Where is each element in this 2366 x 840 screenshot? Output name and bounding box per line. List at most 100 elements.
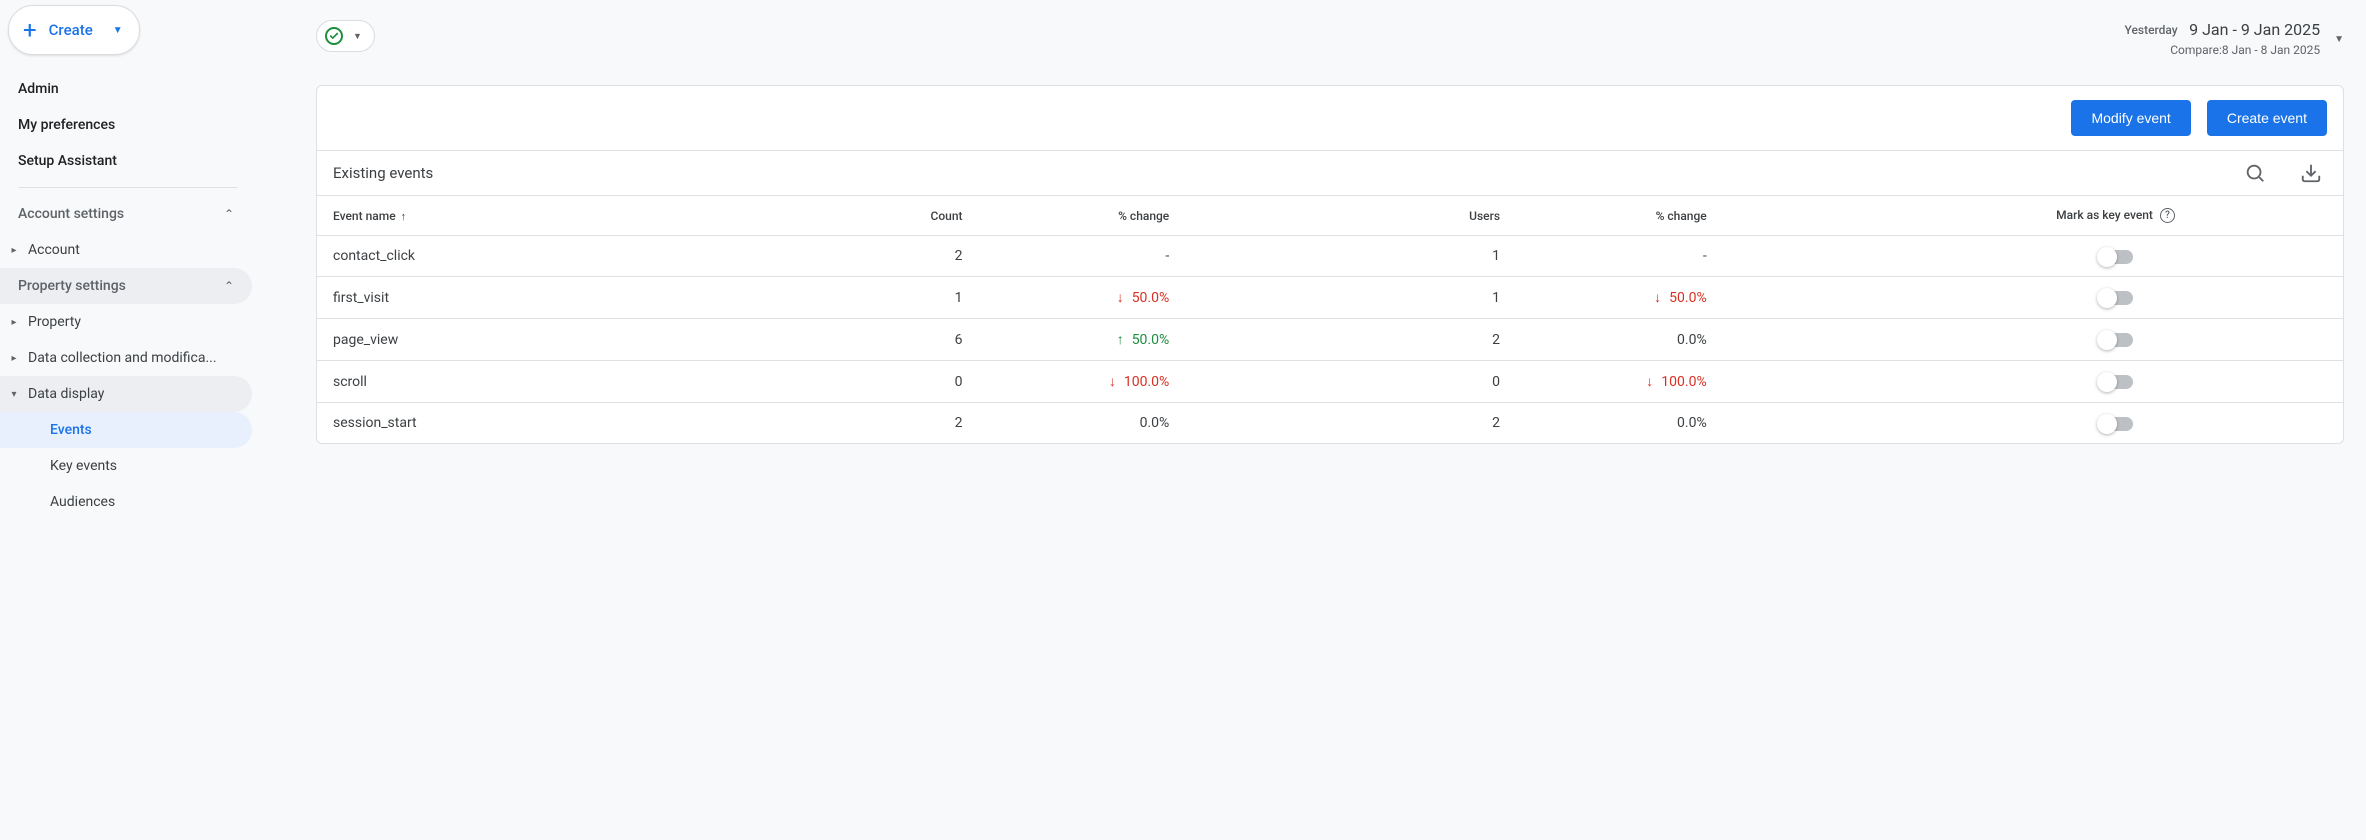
cell-users: 1 xyxy=(1351,277,1516,319)
key-event-toggle[interactable] xyxy=(2099,375,2133,389)
cell-count: 0 xyxy=(813,361,978,403)
col-event-name[interactable]: Event name ↑ xyxy=(317,196,813,236)
sidebar-item-account[interactable]: ▸ Account xyxy=(0,232,256,268)
pct-change: ↓50.0% xyxy=(1089,289,1169,306)
table-row: first_visit1↓50.0%1↓50.0% xyxy=(317,277,2343,319)
sidebar-item-audiences[interactable]: Audiences xyxy=(0,484,252,520)
sidebar-item-data-display[interactable]: ▾ Data display xyxy=(0,376,252,412)
cell-count: 1 xyxy=(813,277,978,319)
key-event-toggle[interactable] xyxy=(2099,333,2133,347)
nav-my-preferences[interactable]: My preferences xyxy=(0,107,256,143)
col-count[interactable]: Count xyxy=(813,196,978,236)
cell-users-change: ↓50.0% xyxy=(1516,277,1723,319)
sort-asc-icon: ↑ xyxy=(401,210,407,223)
cell-users: 2 xyxy=(1351,319,1516,361)
pct-change: ↓50.0% xyxy=(1627,289,1707,306)
pct-change: 0.0% xyxy=(1627,332,1707,348)
pct-change: - xyxy=(1627,248,1707,264)
cell-count: 2 xyxy=(813,236,978,277)
caret-right-icon: ▸ xyxy=(10,353,18,364)
cell-event-name[interactable]: session_start xyxy=(317,403,813,444)
modify-event-button[interactable]: Modify event xyxy=(2071,100,2190,136)
sidebar-item-key-events[interactable]: Key events xyxy=(0,448,252,484)
divider xyxy=(18,187,238,188)
caret-right-icon: ▸ xyxy=(10,245,18,256)
sidebar-item-data-collection[interactable]: ▸ Data collection and modifica... xyxy=(0,340,256,376)
table-header-row: Event name ↑ Count % change Users % chan… xyxy=(317,196,2343,236)
table-row: page_view6 ↑50.0% 2 0.0% xyxy=(317,319,2343,361)
date-yesterday-label: Yesterday xyxy=(2125,23,2178,37)
date-range-picker[interactable]: Yesterday 9 Jan - 9 Jan 2025 Compare:8 J… xyxy=(2125,20,2344,57)
cell-users: 1 xyxy=(1351,236,1516,277)
property-settings-label: Property settings xyxy=(18,278,126,294)
card-actions: Modify event Create event xyxy=(317,86,2343,151)
chevron-down-icon: ▼ xyxy=(353,31,362,42)
cell-event-name[interactable]: first_visit xyxy=(317,277,813,319)
cell-event-name[interactable]: page_view xyxy=(317,319,813,361)
sidebar: + Create ▼ Admin My preferences Setup As… xyxy=(0,0,256,840)
col-users[interactable]: Users xyxy=(1351,196,1516,236)
cell-users-change: ↓100.0% xyxy=(1516,361,1723,403)
events-card: Modify event Create event Existing event… xyxy=(316,85,2344,444)
sidebar-item-property[interactable]: ▸ Property xyxy=(0,304,256,340)
col-count-change[interactable]: % change xyxy=(979,196,1186,236)
cell-count-change: ↓50.0% xyxy=(979,277,1186,319)
create-button[interactable]: + Create ▼ xyxy=(8,5,140,55)
create-label: Create xyxy=(49,21,93,39)
cell-users: 0 xyxy=(1351,361,1516,403)
arrow-down-icon: ↓ xyxy=(1646,373,1653,390)
cell-users-change: - xyxy=(1516,236,1723,277)
search-icon[interactable] xyxy=(2243,161,2267,185)
main-content: ▼ Yesterday 9 Jan - 9 Jan 2025 Compare:8… xyxy=(256,0,2366,840)
pct-change: ↓100.0% xyxy=(1627,373,1707,390)
key-event-toggle[interactable] xyxy=(2099,291,2133,305)
cell-event-name[interactable]: contact_click xyxy=(317,236,813,277)
date-range: 9 Jan - 9 Jan 2025 xyxy=(2189,20,2320,39)
arrow-down-icon: ↓ xyxy=(1117,289,1124,306)
pct-change: ↓100.0% xyxy=(1089,373,1169,390)
arrow-up-icon: ↑ xyxy=(1117,331,1124,348)
account-settings-group[interactable]: Account settings ⌃ xyxy=(0,196,252,232)
cell-count-change: 0.0% xyxy=(979,403,1186,444)
card-title: Existing events xyxy=(333,164,433,182)
cell-count-change: ↑50.0% xyxy=(979,319,1186,361)
download-icon[interactable] xyxy=(2299,161,2323,185)
account-settings-label: Account settings xyxy=(18,206,124,222)
arrow-down-icon: ↓ xyxy=(1654,289,1661,306)
nav-setup-assistant[interactable]: Setup Assistant xyxy=(0,143,256,179)
table-row: scroll0↓100.0%0↓100.0% xyxy=(317,361,2343,403)
caret-right-icon: ▸ xyxy=(10,317,18,328)
create-event-button[interactable]: Create event xyxy=(2207,100,2327,136)
cell-count-change: - xyxy=(979,236,1186,277)
table-row: session_start20.0%20.0% xyxy=(317,403,2343,444)
plus-icon: + xyxy=(23,18,37,42)
cell-count: 2 xyxy=(813,403,978,444)
caret-down-icon: ▾ xyxy=(10,389,18,400)
status-filter-chip[interactable]: ▼ xyxy=(316,20,375,52)
cell-users-change: 0.0% xyxy=(1516,319,1723,361)
sidebar-item-events[interactable]: Events xyxy=(0,412,252,448)
chevron-down-icon: ▼ xyxy=(113,25,123,36)
key-event-toggle[interactable] xyxy=(2099,417,2133,431)
property-settings-group[interactable]: Property settings ⌃ xyxy=(0,268,252,304)
cell-count: 6 xyxy=(813,319,978,361)
key-event-toggle[interactable] xyxy=(2099,250,2133,264)
cell-event-name[interactable]: scroll xyxy=(317,361,813,403)
help-icon[interactable]: ? xyxy=(2160,208,2175,223)
property-label: Property xyxy=(28,314,81,330)
pct-change: - xyxy=(1089,248,1169,264)
account-label: Account xyxy=(28,242,80,258)
cell-key-toggle xyxy=(1888,403,2343,444)
pct-change: 0.0% xyxy=(1627,415,1707,431)
pct-change: ↑50.0% xyxy=(1089,331,1169,348)
arrow-down-icon: ↓ xyxy=(1109,373,1116,390)
chevron-down-icon: ▼ xyxy=(2334,32,2344,45)
col-users-change[interactable]: % change xyxy=(1516,196,1723,236)
nav-admin[interactable]: Admin xyxy=(0,71,256,107)
check-circle-icon xyxy=(325,27,343,45)
events-table: Event name ↑ Count % change Users % chan… xyxy=(317,196,2343,443)
cell-key-toggle xyxy=(1888,361,2343,403)
cell-key-toggle xyxy=(1888,319,2343,361)
card-subheader: Existing events xyxy=(317,151,2343,196)
chevron-up-icon: ⌃ xyxy=(224,279,234,293)
